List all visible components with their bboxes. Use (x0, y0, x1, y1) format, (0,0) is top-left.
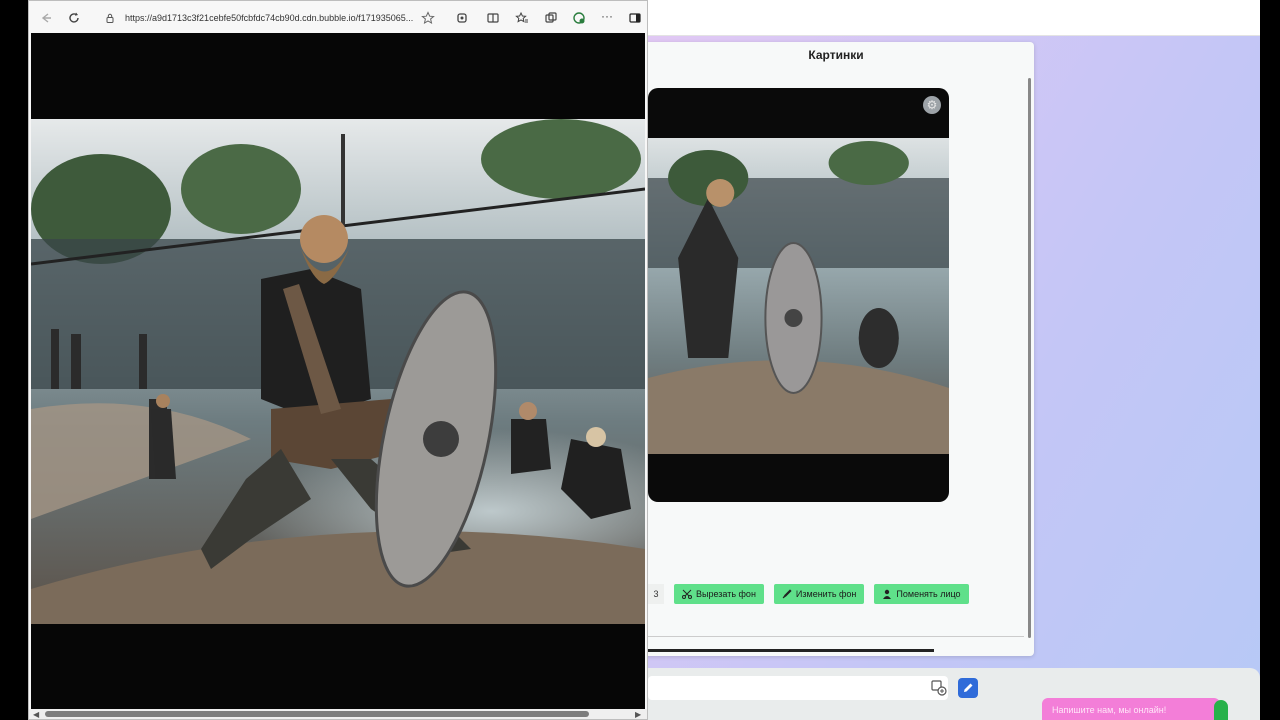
viking-image (31, 119, 645, 624)
card-title: Картинки (808, 48, 864, 62)
favorites-icon[interactable] (515, 11, 529, 25)
change-background-label: Изменить фон (795, 589, 857, 599)
images-card: Картинки ⚙ 3 Вырезать фон Изменить фон П… (638, 42, 1034, 656)
edit-button[interactable] (958, 678, 978, 698)
change-background-button[interactable]: Изменить фон (773, 584, 865, 604)
collections-icon[interactable] (544, 11, 558, 25)
chat-widget[interactable]: Напишите нам, мы онлайн! (1042, 698, 1220, 720)
scroll-right-icon[interactable]: ▶ (635, 710, 641, 719)
image-popup-window: https://a9d1713c3f21cebfe50fcbfdc74cb90d… (28, 0, 648, 720)
divider (648, 636, 1024, 637)
letterbox-right (1260, 0, 1280, 720)
copilot-icon[interactable] (572, 11, 586, 25)
split-screen-icon[interactable] (486, 11, 500, 25)
cut-background-label: Вырезать фон (696, 589, 756, 599)
star-icon[interactable] (421, 11, 435, 25)
swap-face-label: Поменять лицо (896, 589, 961, 599)
settings-icon[interactable]: ⚙ (923, 96, 941, 114)
letterbox-left (0, 0, 28, 720)
progress-line (648, 649, 934, 652)
translate-icon[interactable] (931, 680, 947, 696)
image-viewport[interactable] (31, 33, 645, 709)
chat-status-icon (1214, 700, 1228, 720)
cut-background-button[interactable]: Вырезать фон (674, 584, 764, 604)
action-bar: 3 Вырезать фон Изменить фон Поменять лиц… (648, 584, 969, 604)
message-input[interactable] (648, 676, 948, 700)
browser-toolbar: https://a9d1713c3f21cebfe50fcbfdc74cb90d… (29, 1, 647, 33)
address-bar[interactable]: https://a9d1713c3f21cebfe50fcbfdc74cb90d… (125, 13, 413, 23)
scissors-icon (682, 589, 692, 599)
back-icon[interactable] (39, 11, 53, 25)
reload-icon[interactable] (67, 11, 81, 25)
pencil-icon (964, 683, 973, 692)
sidebar-icon[interactable] (628, 11, 642, 25)
image-preview[interactable]: ⚙ (648, 88, 949, 502)
person-icon (883, 589, 892, 599)
horizontal-scrollbar[interactable]: ◀ ▶ (29, 709, 647, 719)
app-top-bar (648, 0, 1260, 36)
brush-icon (782, 589, 792, 599)
viking-image-thumbnail (648, 138, 949, 454)
scrollbar-thumb[interactable] (45, 711, 589, 717)
lock-icon[interactable] (105, 13, 115, 23)
more-icon[interactable]: ··· (601, 9, 615, 23)
extensions-icon[interactable] (455, 11, 469, 25)
swap-face-button[interactable]: Поменять лицо (874, 584, 969, 604)
chat-label: Напишите нам, мы онлайн! (1052, 705, 1167, 715)
page-number[interactable]: 3 (648, 584, 664, 604)
scroll-left-icon[interactable]: ◀ (33, 710, 39, 719)
card-scrollbar[interactable] (1028, 78, 1031, 638)
